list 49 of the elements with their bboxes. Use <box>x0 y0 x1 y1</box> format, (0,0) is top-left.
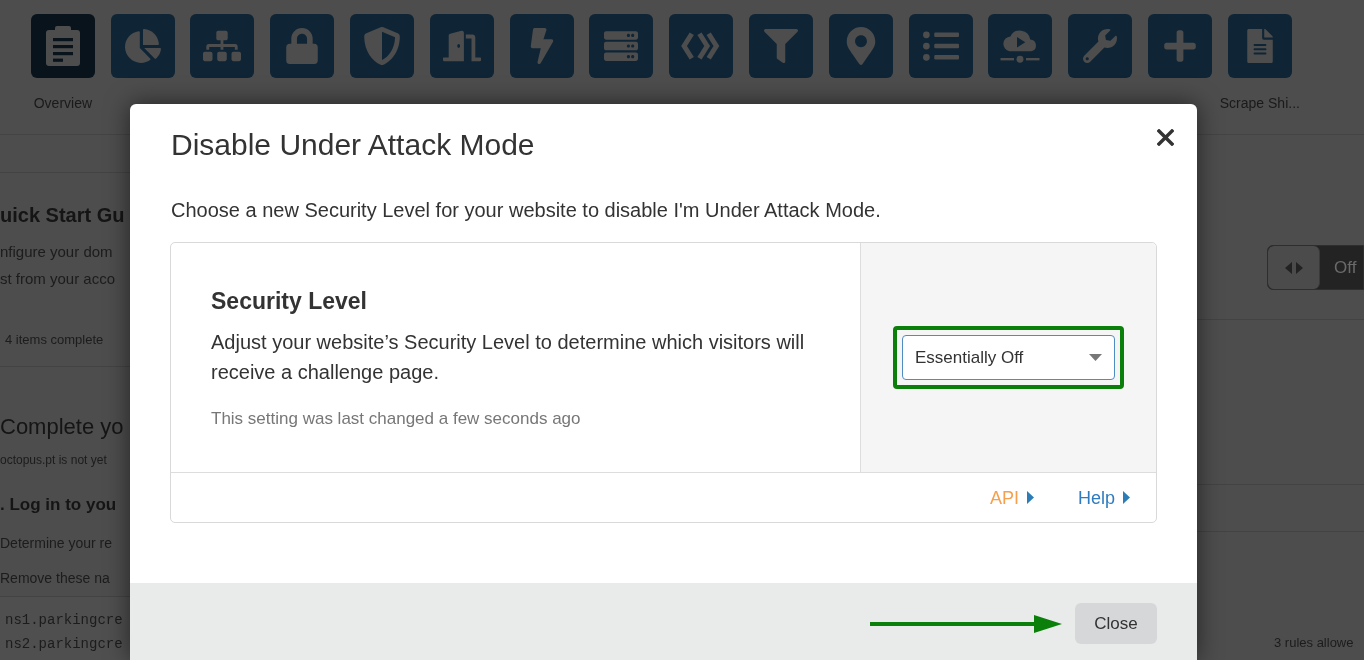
cloud-play-icon <box>988 14 1053 78</box>
nav-item[interactable] <box>190 14 255 78</box>
document-icon <box>1227 14 1292 78</box>
shield-icon <box>350 14 415 78</box>
close-icon <box>1156 128 1174 146</box>
setting-title: Security Level <box>211 286 368 315</box>
nav-item[interactable] <box>110 14 175 78</box>
clipboard-icon <box>30 14 95 78</box>
map-pin-icon <box>828 14 893 78</box>
dialog-intro: Choose a new Security Level for your website to disable I'm Under Attack Mode. <box>171 198 882 222</box>
wrench-icon <box>1068 14 1133 78</box>
pie-chart-icon <box>110 14 175 78</box>
nav-item[interactable] <box>509 14 574 78</box>
last-changed-text: This setting was last changed a few seconds ago <box>211 408 582 429</box>
chevrons-icon <box>669 14 734 78</box>
caret-right-icon <box>1123 491 1130 504</box>
nav-item[interactable] <box>908 14 973 78</box>
nav-item[interactable] <box>1148 14 1213 78</box>
toggle-switch[interactable]: Off <box>1267 245 1364 290</box>
handle-icon <box>1268 246 1320 289</box>
nav-item[interactable] <box>669 14 734 78</box>
door-icon <box>429 14 494 78</box>
plus-icon <box>1148 14 1213 78</box>
sitemap-icon <box>190 14 255 78</box>
step-title: . Log in to you <box>0 494 117 516</box>
help-link[interactable]: Help <box>1077 486 1130 509</box>
bolt-icon <box>509 14 574 78</box>
nav-item[interactable] <box>429 14 494 78</box>
server-icon <box>589 14 654 78</box>
nav-item[interactable] <box>589 14 654 78</box>
caret-down-icon <box>1089 354 1102 361</box>
filter-icon <box>749 14 814 78</box>
list-icon <box>908 14 973 78</box>
api-link[interactable]: API <box>989 486 1034 509</box>
nav-item[interactable] <box>828 14 893 78</box>
section-title: uick Start Gu <box>0 203 125 228</box>
close-button[interactable]: Close <box>1075 603 1157 644</box>
security-level-select[interactable]: Essentially Off <box>902 335 1115 380</box>
nav-item[interactable] <box>1068 14 1133 78</box>
nav-item[interactable] <box>749 14 814 78</box>
nav-item[interactable] <box>350 14 415 78</box>
nav-item[interactable] <box>988 14 1053 78</box>
nav-item[interactable] <box>270 14 335 78</box>
dialog-title: Disable Under Attack Mode <box>171 128 535 162</box>
lock-icon <box>270 14 335 78</box>
close-button[interactable] <box>1156 128 1174 146</box>
section-title: Complete yo <box>0 413 124 441</box>
setting-description: Adjust your website’s Security Level to determine which visitors will receive a challenge page. <box>211 329 806 385</box>
caret-right-icon <box>1026 491 1034 504</box>
